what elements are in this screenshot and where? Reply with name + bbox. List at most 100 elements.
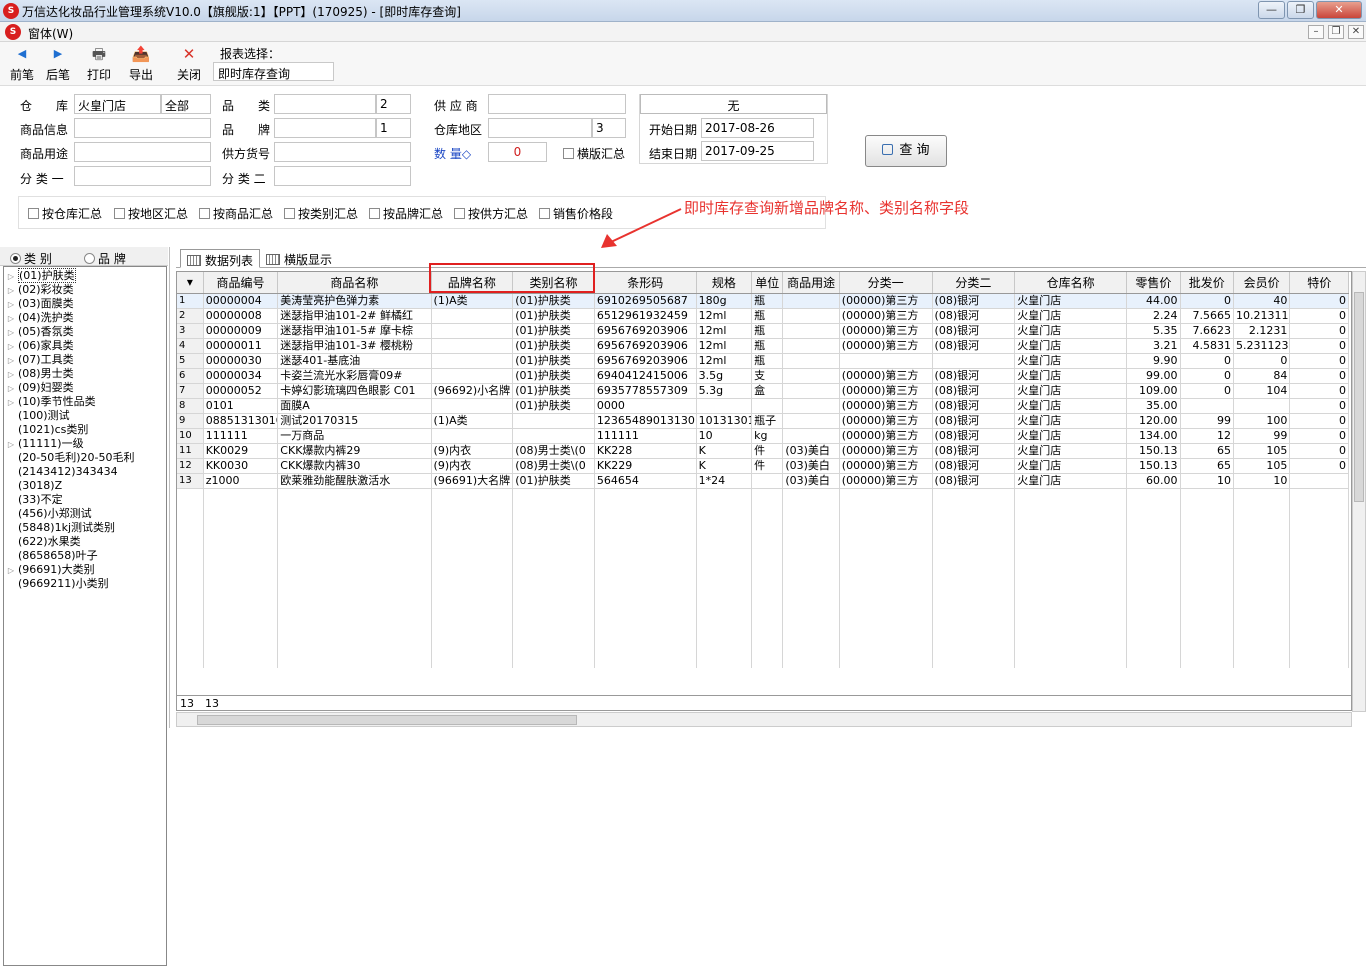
summary-by-product-checkbox[interactable]: 按商品汇总 — [199, 205, 273, 222]
column-header[interactable]: 条形码 — [594, 272, 697, 294]
tree-item[interactable]: ▷ (02)彩妆类 — [4, 283, 74, 297]
close-button[interactable]: ✕ 关闭 — [172, 45, 206, 83]
tree-item[interactable]: ▷ (05)香氛类 — [4, 325, 74, 339]
tree-item[interactable]: ▷ (01)护肤类 — [4, 268, 76, 284]
category2-field[interactable] — [274, 166, 411, 186]
brand-field[interactable] — [274, 118, 376, 138]
column-header[interactable]: 零售价 — [1126, 272, 1181, 294]
layout-summary-checkbox[interactable]: 横版汇总 — [563, 145, 625, 162]
tree-item[interactable]: (3018)Z — [4, 479, 62, 493]
expand-icon[interactable]: ▷ — [4, 354, 18, 368]
table-row[interactable]: 6 00000034 卡姿兰流光水彩唇膏09# (01)护肤类 694041241500… — [177, 368, 1349, 384]
minimize-button[interactable]: — — [1258, 1, 1285, 19]
tree-item[interactable]: ▷ (10)季节性品类 — [4, 395, 96, 409]
tree-item[interactable]: (2143412)343434 — [4, 465, 118, 479]
expand-icon[interactable]: ▷ — [4, 312, 18, 326]
supplier-code-field[interactable] — [274, 142, 411, 162]
expand-icon[interactable]: ▷ — [4, 382, 18, 396]
warehouse-scope-field[interactable]: 全部 — [161, 94, 211, 114]
table-row[interactable]: 9088513130101测试20170315(1)A类 123654890131… — [177, 413, 1349, 429]
tree-item[interactable]: ▷ (11111)一级 — [4, 437, 84, 451]
tab-horizontal-view[interactable]: 横版显示 — [260, 249, 338, 268]
column-header[interactable]: 单位 — [751, 272, 784, 294]
column-header[interactable]: 仓库名称 — [1014, 272, 1128, 294]
expand-icon[interactable]: ▷ — [4, 564, 18, 578]
summary-by-region-checkbox[interactable]: 按地区汇总 — [114, 205, 188, 222]
tree-item[interactable]: (1021)cs类别 — [4, 423, 88, 437]
column-header[interactable]: 分类二 — [932, 272, 1016, 294]
tree-item[interactable]: ▷ (07)工具类 — [4, 353, 74, 367]
tree-item[interactable]: ▷ (09)妇婴类 — [4, 381, 74, 395]
expand-icon[interactable]: ▷ — [4, 368, 18, 382]
column-header[interactable]: 商品名称 — [277, 272, 432, 294]
tree-item[interactable]: (20-50毛利)20-50毛利 — [4, 451, 135, 465]
tree-item[interactable]: ▷ (08)男士类 — [4, 367, 74, 381]
table-row[interactable]: 4 00000011 迷瑟指甲油101-3# 樱桃粉 (01)护肤类 695676920… — [177, 338, 1349, 354]
summary-by-supplier-checkbox[interactable]: 按供方汇总 — [454, 205, 528, 222]
print-button[interactable]: 🖶 打印 — [82, 45, 116, 83]
tree-item[interactable]: ▷ (03)面膜类 — [4, 297, 74, 311]
table-row[interactable]: 11 KK0029 CKK爆款内裤29 (9)内衣 (08)男士类\(0 KK228 K 件(… — [177, 443, 1349, 459]
vertical-scrollbar[interactable] — [1352, 271, 1366, 712]
category-tree[interactable]: ▷ (01)护肤类 ▷ (02)彩妆类 ▷ (03)面膜类 ▷ (04)洗护类 ▷ (05)香氛类… — [3, 266, 167, 966]
column-header[interactable]: 分类一 — [839, 272, 933, 294]
mdi-minimize-button[interactable]: – — [1308, 25, 1324, 39]
export-button[interactable]: 📤 导出 — [124, 45, 158, 83]
prev-record-button[interactable]: ◀ 前笔 — [8, 45, 36, 83]
expand-icon[interactable]: ▷ — [4, 326, 18, 340]
table-row[interactable]: 3 00000009 迷瑟指甲油101-5# 摩卡棕 (01)护肤类 695676920… — [177, 323, 1349, 339]
expand-icon[interactable]: ▷ — [4, 298, 18, 312]
table-row[interactable]: 7 00000052 卡婷幻影琉璃四色眼影 C01 (96692)小名牌 (01)护肤类… — [177, 383, 1349, 399]
table-row[interactable]: 12 KK0030 CKK爆款内裤30 (9)内衣 (08)男士类\(0 KK229 K 件(… — [177, 458, 1349, 474]
product-use-field[interactable] — [74, 142, 211, 162]
tree-item[interactable]: (8658658)叶子 — [4, 549, 98, 563]
tree-item[interactable]: (9669211)小类别 — [4, 577, 109, 591]
column-header[interactable]: 规格 — [696, 272, 753, 294]
next-record-button[interactable]: ▶ 后笔 — [44, 45, 72, 83]
region-field[interactable] — [488, 118, 592, 138]
date-preset-field[interactable]: 无 — [640, 94, 827, 114]
mdi-close-button[interactable]: ✕ — [1348, 25, 1364, 39]
horizontal-scrollbar[interactable] — [176, 712, 1352, 727]
column-header[interactable]: 会员价 — [1233, 272, 1291, 294]
tree-item[interactable]: ▷ (06)家具类 — [4, 339, 74, 353]
expand-icon[interactable]: ▷ — [4, 438, 18, 452]
summary-by-brand-checkbox[interactable]: 按品牌汇总 — [369, 205, 443, 222]
tree-item[interactable]: (100)测试 — [4, 409, 70, 423]
report-select-field[interactable]: 即时库存查询 — [213, 62, 334, 81]
table-row[interactable]: 10 111111 一万商品 111111 10 kg (00000)第三方 (08)银河 火皇… — [177, 428, 1349, 444]
column-header[interactable]: 商品编号 — [203, 272, 279, 294]
table-row[interactable]: 2 00000008 迷瑟指甲油101-2# 鲜橘红 (01)护肤类 651296193… — [177, 308, 1349, 324]
tree-item[interactable]: (33)不定 — [4, 493, 63, 507]
table-row[interactable]: 8 0101 面膜A (01)护肤类 0000 (00000)第三方 (08)银河 火皇门店 3… — [177, 398, 1349, 414]
table-row[interactable]: 1 00000004 美涛莹亮护色弹力素 (1)A类 (01)护肤类 6910269505… — [177, 293, 1349, 309]
tree-item[interactable]: ▷ (04)洗护类 — [4, 311, 74, 325]
column-header[interactable]: 商品用途 — [782, 272, 840, 294]
warehouse-field[interactable]: 火皇门店 — [74, 94, 161, 114]
brand-radio[interactable]: 品 牌 — [84, 250, 126, 267]
tree-item[interactable]: ▷ (96691)大类别 — [4, 563, 95, 577]
expand-icon[interactable]: ▷ — [4, 270, 18, 284]
table-row[interactable]: 13 z1000 欧莱雅劲能醒肤激活水 (96691)大名牌 (01)护肤类 564654… — [177, 473, 1349, 489]
column-header[interactable]: 特价 — [1289, 272, 1349, 294]
table-row[interactable]: 5 00000030 迷瑟401-基底油 (01)护肤类 6956769203906 12… — [177, 353, 1349, 369]
mdi-restore-button[interactable]: ❐ — [1328, 25, 1344, 39]
category-radio[interactable]: 类 别 — [10, 250, 52, 267]
end-date-field[interactable]: 2017-09-25 — [701, 141, 814, 161]
summary-by-category-checkbox[interactable]: 按类别汇总 — [284, 205, 358, 222]
expand-icon[interactable]: ▷ — [4, 284, 18, 298]
product-info-field[interactable] — [74, 118, 211, 138]
tab-data-list[interactable]: 数据列表 — [180, 249, 261, 268]
summary-by-warehouse-checkbox[interactable]: 按仓库汇总 — [28, 205, 102, 222]
expand-icon[interactable]: ▷ — [4, 340, 18, 354]
column-header[interactable]: 批发价 — [1180, 272, 1234, 294]
tree-item[interactable]: (5848)1kj测试类别 — [4, 521, 115, 535]
query-button[interactable]: 查 询 — [865, 135, 947, 167]
expand-icon[interactable]: ▷ — [4, 396, 18, 410]
category1-field[interactable] — [74, 166, 211, 186]
tree-item[interactable]: (456)小郑测试 — [4, 507, 92, 521]
close-window-button[interactable]: ✕ — [1316, 1, 1362, 19]
quantity-field[interactable]: 0 — [488, 142, 547, 162]
start-date-field[interactable]: 2017-08-26 — [701, 118, 814, 138]
menu-item-window[interactable]: 窗体(W) — [28, 25, 73, 42]
